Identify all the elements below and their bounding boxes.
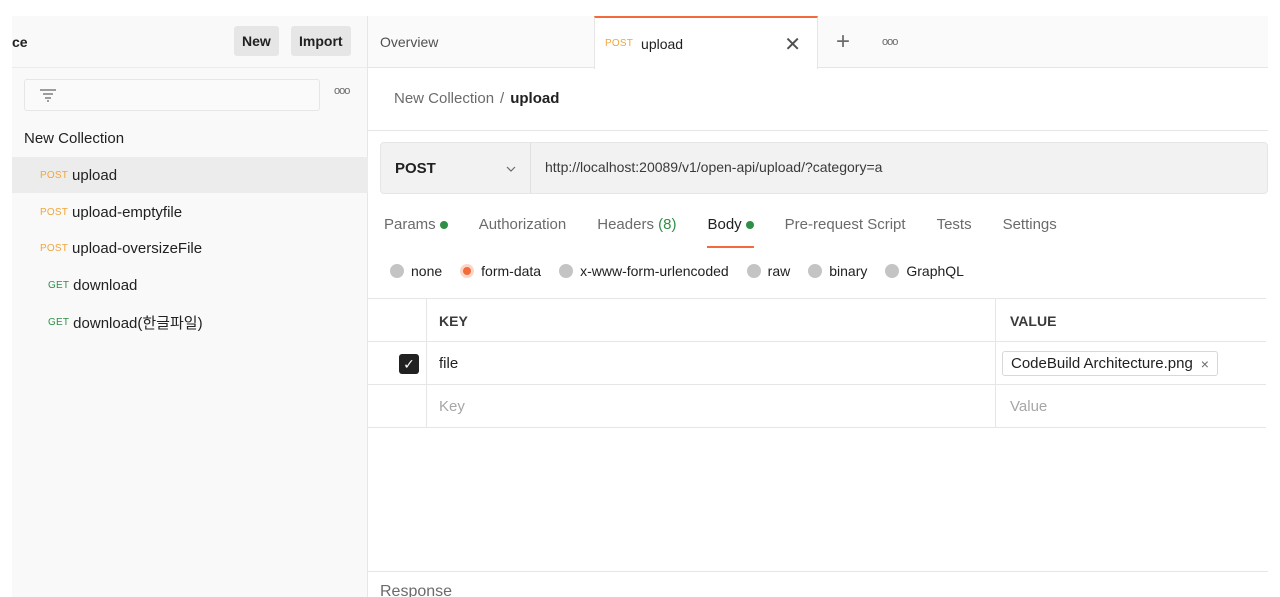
method-label: POST (605, 38, 634, 49)
request-name: upload-oversizeFile (72, 239, 203, 257)
tab-settings[interactable]: Settings (1003, 216, 1057, 246)
radio-icon (885, 264, 900, 278)
tab-headers[interactable]: Headers (8) (597, 216, 676, 246)
method-select[interactable]: POST (381, 143, 531, 193)
request-tabs: Params Authorization Headers (8) Body Pr… (384, 216, 1088, 248)
tab-label: upload (641, 35, 684, 52)
tab-label: Headers (597, 216, 654, 233)
method-label: POST (40, 206, 69, 218)
request-name: download(한글파일) (73, 314, 203, 332)
breadcrumb: New Collection / upload (394, 90, 559, 107)
method-label: POST (40, 242, 69, 254)
method-label: GET (48, 316, 70, 328)
main-panel: Overview POST upload ✕ + ooo New Collect… (368, 16, 1268, 597)
sidebar-request-upload-oversizefile[interactable]: POST upload-oversizeFile (12, 230, 368, 266)
radio-label: GraphQL (906, 263, 964, 279)
filter-input[interactable] (24, 79, 320, 111)
value-header: VALUE (1010, 312, 1057, 329)
tab-params[interactable]: Params (384, 216, 448, 246)
body-type-graphql[interactable]: GraphQL (885, 263, 964, 279)
key-header: KEY (427, 299, 996, 342)
remove-file-icon[interactable]: × (1201, 356, 1209, 372)
breadcrumb-separator: / (500, 90, 505, 107)
table-row: ✓ file CodeBuild Architecture.png × (368, 342, 1266, 385)
tab-overview[interactable]: Overview (380, 16, 438, 68)
radio-icon (559, 264, 574, 278)
method-label: GET (48, 279, 70, 291)
sidebar-request-download-korean[interactable]: GET download(한글파일) (12, 304, 368, 340)
radio-label: binary (829, 263, 868, 279)
tab-label: Overview (380, 34, 439, 50)
method-label: POST (40, 169, 69, 181)
table-header-row: KEY VALUE (368, 299, 1266, 342)
file-name: CodeBuild Architecture.png (1011, 355, 1193, 372)
header-check-cell (368, 299, 427, 342)
tab-label: Body (707, 216, 742, 233)
body-type-selector: none form-data x-www-form-urlencoded raw… (390, 263, 982, 279)
response-label: Response (380, 583, 453, 597)
radio-selected-icon (460, 264, 475, 278)
method-value: POST (395, 159, 436, 177)
table-row-empty: Key Value (368, 385, 1266, 428)
tab-label: Params (384, 216, 436, 233)
key-input[interactable]: Key (427, 385, 996, 428)
radio-icon (746, 264, 761, 278)
breadcrumb-collection[interactable]: New Collection (394, 90, 494, 107)
new-button[interactable]: New (234, 26, 279, 56)
radio-label: raw (767, 263, 791, 279)
request-name: upload (72, 166, 118, 184)
radio-label: x-www-form-urlencoded (580, 263, 729, 279)
url-input[interactable]: http://localhost:20089/v1/open-api/uploa… (545, 159, 882, 175)
sidebar-more-icon[interactable]: ooo (334, 85, 350, 97)
tab-authorization[interactable]: Authorization (479, 216, 567, 246)
response-divider[interactable] (368, 571, 1268, 572)
form-data-table: KEY VALUE ✓ file CodeBuild Architecture.… (368, 298, 1266, 428)
sidebar-request-upload[interactable]: POST upload (12, 157, 368, 193)
row-check-cell: ✓ (368, 342, 427, 385)
row-check-cell (368, 385, 427, 428)
radio-icon (808, 264, 823, 278)
collection-name[interactable]: New Collection (24, 130, 124, 147)
chevron-down-icon (506, 166, 516, 172)
body-type-urlencoded[interactable]: x-www-form-urlencoded (559, 263, 729, 279)
sidebar: ce New Import ooo New Collection POST up… (12, 16, 368, 597)
params-indicator (439, 221, 448, 230)
tab-body[interactable]: Body (707, 216, 754, 248)
body-type-binary[interactable]: binary (808, 263, 867, 279)
tab-more-icon[interactable]: ooo (882, 36, 898, 48)
sidebar-request-upload-emptyfile[interactable]: POST upload-emptyfile (12, 194, 368, 230)
tab-pre-request-script[interactable]: Pre-request Script (785, 216, 906, 246)
divider (368, 130, 1268, 131)
tab-tests[interactable]: Tests (937, 216, 972, 246)
sidebar-header: ce New Import (12, 16, 367, 68)
headers-count: (8) (658, 216, 677, 233)
checkbox-checked-icon[interactable]: ✓ (399, 354, 419, 374)
key-field[interactable]: file (427, 342, 996, 385)
tab-bar: Overview POST upload ✕ + ooo (368, 16, 1268, 69)
url-bar: POST http://localhost:20089/v1/open-api/… (380, 142, 1268, 194)
request-name: download (73, 276, 138, 294)
tab-upload[interactable]: POST upload ✕ (594, 16, 818, 69)
filter-icon[interactable] (39, 88, 57, 102)
close-icon[interactable]: ✕ (784, 32, 801, 57)
body-type-none[interactable]: none (390, 263, 442, 279)
radio-label: none (411, 263, 443, 279)
body-type-form-data[interactable]: form-data (460, 263, 541, 279)
value-input[interactable]: Value (996, 385, 1266, 428)
radio-icon (390, 264, 404, 278)
sidebar-request-download[interactable]: GET download (12, 267, 368, 303)
file-chip[interactable]: CodeBuild Architecture.png × (1002, 351, 1218, 376)
value-cell: CodeBuild Architecture.png × (996, 342, 1266, 385)
workspace-title: ce (12, 33, 28, 50)
request-name: upload-emptyfile (72, 203, 183, 221)
new-tab-plus-icon[interactable]: + (836, 28, 850, 56)
radio-label: form-data (481, 263, 542, 279)
body-indicator (745, 221, 754, 230)
breadcrumb-current[interactable]: upload (510, 90, 559, 107)
body-type-raw[interactable]: raw (746, 263, 791, 279)
import-button[interactable]: Import (291, 26, 351, 56)
